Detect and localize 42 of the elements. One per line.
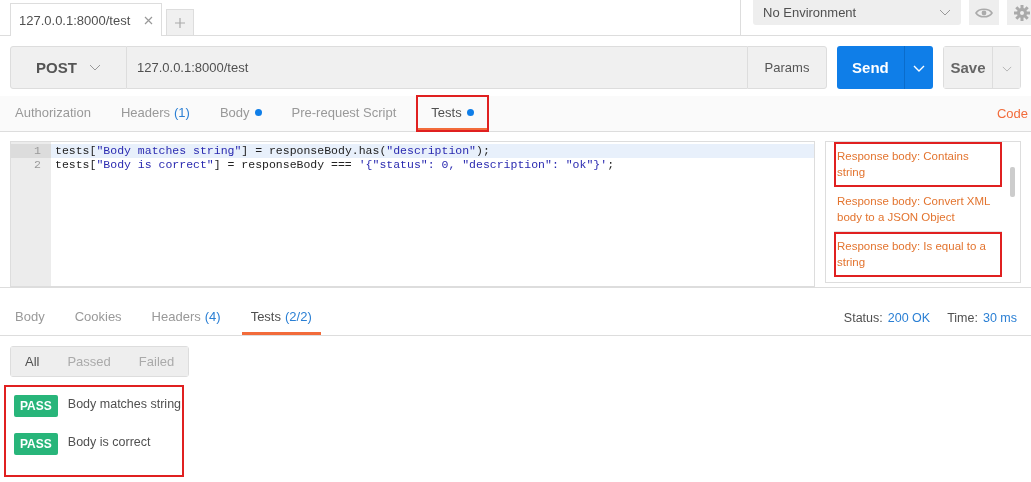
response-tab[interactable]: Tests (2/2) <box>241 300 321 335</box>
test-name: Body matches string <box>67 396 182 411</box>
code-link[interactable]: Code <box>996 106 1028 121</box>
request-section-tab[interactable]: Body <box>210 96 271 131</box>
time-label: Time: <box>947 310 978 325</box>
line-number: 2 <box>33 158 42 172</box>
request-section-tab[interactable]: Pre-request Script <box>282 96 406 131</box>
caret-icon[interactable] <box>939 9 951 16</box>
send-options-button[interactable] <box>903 46 933 89</box>
save-options-button[interactable] <box>992 47 1020 88</box>
close-icon[interactable] <box>144 15 154 25</box>
result-badge: PASS <box>14 433 58 455</box>
settings-icon[interactable] <box>1007 0 1031 25</box>
snippet-link[interactable]: Response body: Contains string <box>834 142 1002 187</box>
response-tab[interactable]: Cookies <box>65 300 131 335</box>
snippet-link[interactable]: Response body: Is equal to a string <box>834 232 1002 277</box>
line-number: 1 <box>11 144 51 158</box>
url-field[interactable]: 127.0.0.1:8000/test <box>127 46 747 89</box>
scrollbar-thumb[interactable] <box>1010 167 1015 197</box>
request-section-tab[interactable]: Tests <box>417 96 488 131</box>
caret-icon[interactable] <box>1001 66 1012 72</box>
status-label: Status: <box>843 310 883 325</box>
response-tab[interactable]: Headers (4) <box>142 300 230 335</box>
time-value: 30 ms <box>982 310 1017 325</box>
environment-select[interactable]: No Environment <box>753 0 961 25</box>
eye-icon[interactable] <box>969 0 999 25</box>
snippet-link[interactable]: Response body: Convert XML body to a JSON Object <box>834 187 1002 232</box>
request-tab[interactable]: 127.0.0.1:8000/test <box>10 3 163 36</box>
status-value: 200 OK <box>887 310 931 325</box>
send-button[interactable]: Send <box>837 46 904 89</box>
test-name: Body is correct <box>67 434 151 449</box>
code-editor[interactable]: 1 2 tests["Body matches string"] = responseBody.has("description"); tests["Body is correct"] = responseBody === '{"status": 0, "description": "ok"}'; <box>10 141 815 287</box>
caret-icon[interactable] <box>88 64 101 71</box>
response-tab[interactable]: Body <box>6 300 54 335</box>
result-badge: PASS <box>14 395 58 417</box>
request-section-tab[interactable]: Headers (1) <box>111 96 199 131</box>
plus-icon[interactable] <box>175 17 186 28</box>
new-tab-button[interactable] <box>166 9 195 35</box>
request-section-tab[interactable]: Authorization <box>6 96 100 131</box>
method-select[interactable]: POST <box>10 46 127 89</box>
code-line: tests["Body is correct"] = responseBody === '{"status": 0, "description": "ok"}'; <box>54 158 616 172</box>
params-button[interactable]: Params <box>747 46 827 89</box>
